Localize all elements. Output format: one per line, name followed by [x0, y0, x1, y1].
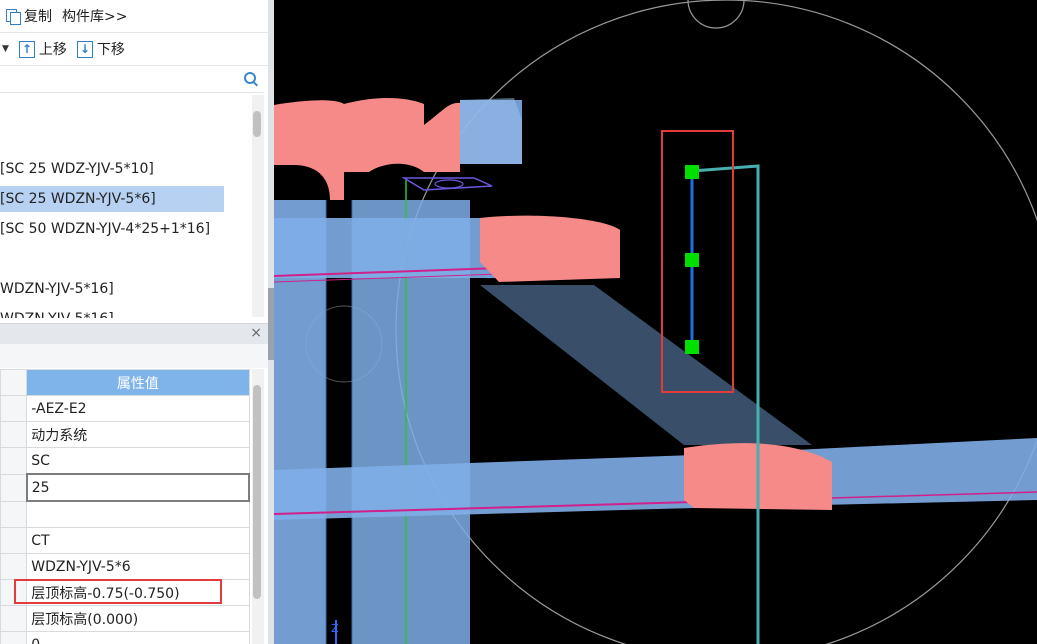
- close-icon[interactable]: ×: [250, 325, 262, 341]
- table-row[interactable]: 25: [0, 473, 251, 502]
- table-header-row: 属性值: [0, 369, 250, 396]
- orbit-handle-top[interactable]: [687, 0, 745, 29]
- property-value-header: 属性值: [26, 369, 250, 396]
- property-value-cell[interactable]: CT: [26, 527, 250, 554]
- table-row[interactable]: WDZN-YJV-5*6: [0, 553, 250, 580]
- property-value-edit-field[interactable]: 25: [25, 473, 251, 502]
- table-row[interactable]: 层顶标高-0.75(-0.750): [0, 579, 250, 606]
- diagonal-duct[interactable]: [480, 285, 812, 445]
- properties-table: 属性值 -AEZ-E2 动力系统 SC 25 CT WDZN-YJV-5*6 层…: [0, 369, 251, 644]
- property-value-cell[interactable]: 动力系统: [26, 421, 250, 448]
- property-value-cell[interactable]: 0: [26, 631, 250, 644]
- table-row[interactable]: [0, 500, 250, 528]
- elbow-fitting-center[interactable]: [344, 98, 460, 172]
- arrow-down-icon: ↓: [76, 40, 93, 58]
- move-down-label: 下移: [96, 42, 125, 58]
- tree-item-3[interactable]: WDZN-YJV-5*16]: [0, 276, 114, 302]
- tree-item-0[interactable]: [SC 25 WDZ-YJV-5*10]: [0, 156, 154, 182]
- tree-item-2[interactable]: [SC 50 WDZN-YJV-4*25+1*16]: [0, 216, 210, 242]
- table-row[interactable]: -AEZ-E2: [0, 395, 250, 422]
- copy-icon: [6, 8, 21, 25]
- properties-panel-header: ×: [0, 323, 268, 344]
- component-tree: [SC 25 WDZ-YJV-5*10] [SC 25 WDZN-YJV-5*6…: [0, 93, 252, 318]
- grip-handle-middle[interactable]: [685, 253, 699, 267]
- property-value-cell[interactable]: SC: [26, 447, 250, 475]
- copy-button[interactable]: 复制: [6, 6, 52, 26]
- search-bar: [0, 66, 264, 93]
- property-value-cell[interactable]: 层顶标高-0.75(-0.750): [26, 579, 250, 606]
- property-value-cell[interactable]: 层顶标高(0.000): [26, 605, 250, 632]
- table-row[interactable]: 0: [0, 631, 250, 644]
- property-value-cell[interactable]: [26, 500, 250, 528]
- component-panel: 复制 构件库>> ▼ ↑ 上移 ↓ 下移 [SC 25 WDZ-YJV-5*10…: [0, 0, 268, 644]
- tree-item-4[interactable]: WDZN-YJV-5*16]: [0, 306, 114, 318]
- axis-z-label: Z: [331, 622, 339, 635]
- property-name-header: [0, 369, 28, 396]
- dropdown-caret-icon[interactable]: ▼: [2, 44, 9, 54]
- move-down-button[interactable]: ↓ 下移: [76, 39, 125, 59]
- orbit-circle[interactable]: [395, 0, 1037, 644]
- table-row[interactable]: 动力系统: [0, 421, 250, 448]
- properties-toolbar: [0, 344, 268, 368]
- component-library-label: 构件库>>: [62, 9, 128, 25]
- tree-item-1[interactable]: [SC 25 WDZN-YJV-5*6]: [0, 186, 224, 212]
- move-up-button[interactable]: ↑ 上移: [18, 39, 67, 59]
- component-library-button[interactable]: 构件库>>: [62, 6, 127, 26]
- property-value-cell[interactable]: WDZN-YJV-5*6: [26, 553, 250, 580]
- table-row[interactable]: SC: [0, 447, 250, 475]
- grip-handle-top[interactable]: [685, 165, 699, 179]
- order-toolbar: ▼ ↑ 上移 ↓ 下移: [0, 33, 268, 66]
- move-up-label: 上移: [38, 42, 67, 58]
- bend-fitting-upper[interactable]: [480, 215, 620, 282]
- search-input[interactable]: [0, 68, 240, 90]
- copy-label: 复制: [24, 9, 52, 25]
- tree-scrollbar-thumb[interactable]: [253, 111, 261, 137]
- grip-handle-bottom[interactable]: [685, 340, 699, 354]
- property-value-cell[interactable]: -AEZ-E2: [26, 395, 250, 422]
- table-row[interactable]: 层顶标高(0.000): [0, 605, 250, 632]
- search-icon[interactable]: [244, 72, 256, 84]
- arrow-up-icon: ↑: [18, 40, 35, 58]
- table-row[interactable]: CT: [0, 527, 250, 554]
- elbow-fitting-left[interactable]: [274, 100, 344, 200]
- scene-drawing: Z: [274, 0, 1037, 644]
- top-toolbar: 复制 构件库>>: [0, 0, 268, 33]
- 3d-viewport[interactable]: Z: [274, 0, 1037, 644]
- tree-scrollbar[interactable]: [252, 95, 264, 317]
- properties-scrollbar-thumb[interactable]: [253, 385, 261, 599]
- properties-scrollbar[interactable]: [252, 369, 264, 644]
